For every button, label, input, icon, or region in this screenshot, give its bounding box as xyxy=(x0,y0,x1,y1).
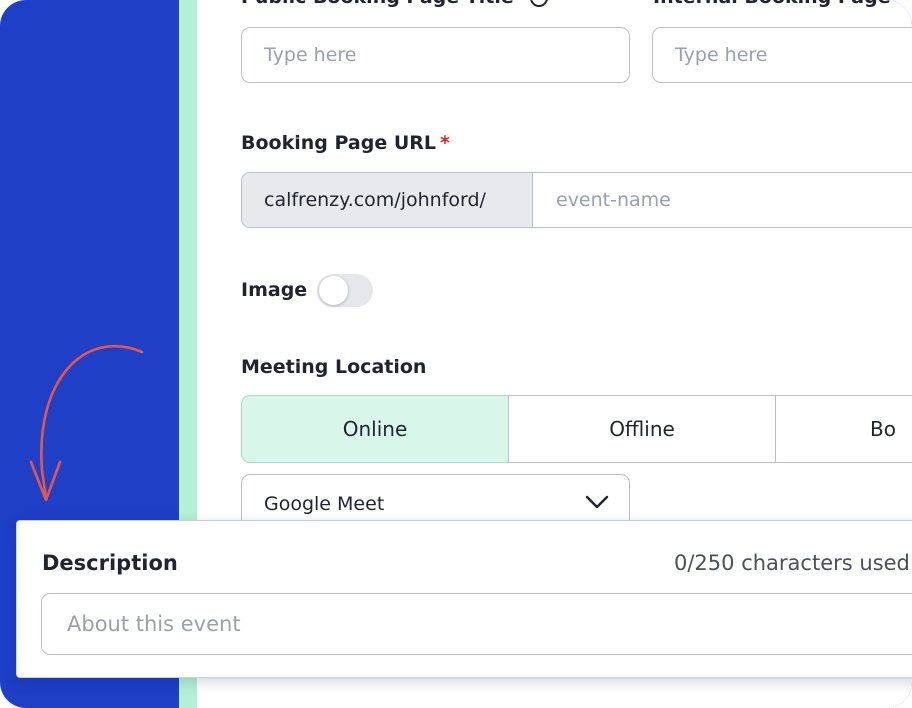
public-title-label: Public Booking Page Title xyxy=(241,0,549,8)
meeting-location-label: Meeting Location xyxy=(241,356,427,378)
public-title-placeholder: Type here xyxy=(264,44,357,66)
location-option-both[interactable]: Bo xyxy=(775,395,912,463)
image-label: Image xyxy=(241,279,308,301)
internal-title-input[interactable]: Type here xyxy=(652,27,912,83)
description-label: Description xyxy=(42,551,178,575)
location-option-offline[interactable]: Offline xyxy=(508,395,776,463)
booking-url-label: Booking Page URL * xyxy=(241,132,450,154)
location-option-label: Online xyxy=(342,417,408,441)
event-name-input[interactable]: event-name xyxy=(533,173,912,227)
chevron-down-icon xyxy=(585,495,609,509)
toggle-knob xyxy=(319,276,348,305)
booking-url-field: calfrenzy.com/johnford/ event-name xyxy=(241,172,912,228)
background-frame: Public Booking Page Title Internal Booki… xyxy=(0,0,912,708)
url-prefix: calfrenzy.com/johnford/ xyxy=(242,173,533,227)
location-option-label: Bo xyxy=(870,417,896,441)
event-name-placeholder: event-name xyxy=(556,189,671,211)
image-toggle[interactable] xyxy=(317,274,373,307)
location-option-label: Offline xyxy=(609,417,675,441)
meeting-provider-value: Google Meet xyxy=(264,493,385,515)
description-character-counter: 0/250 characters used xyxy=(674,551,910,575)
info-circle-icon[interactable] xyxy=(530,0,549,7)
description-input[interactable]: About this event xyxy=(41,593,912,655)
location-option-online[interactable]: Online xyxy=(241,395,509,463)
description-card: Description 0/250 characters used About … xyxy=(16,520,912,678)
required-asterisk: * xyxy=(439,132,450,154)
description-placeholder: About this event xyxy=(67,612,241,636)
internal-title-label: Internal Booking Page N xyxy=(653,0,912,8)
internal-title-placeholder: Type here xyxy=(675,44,768,66)
public-title-input[interactable]: Type here xyxy=(241,27,630,83)
curved-arrow-icon xyxy=(29,345,144,502)
